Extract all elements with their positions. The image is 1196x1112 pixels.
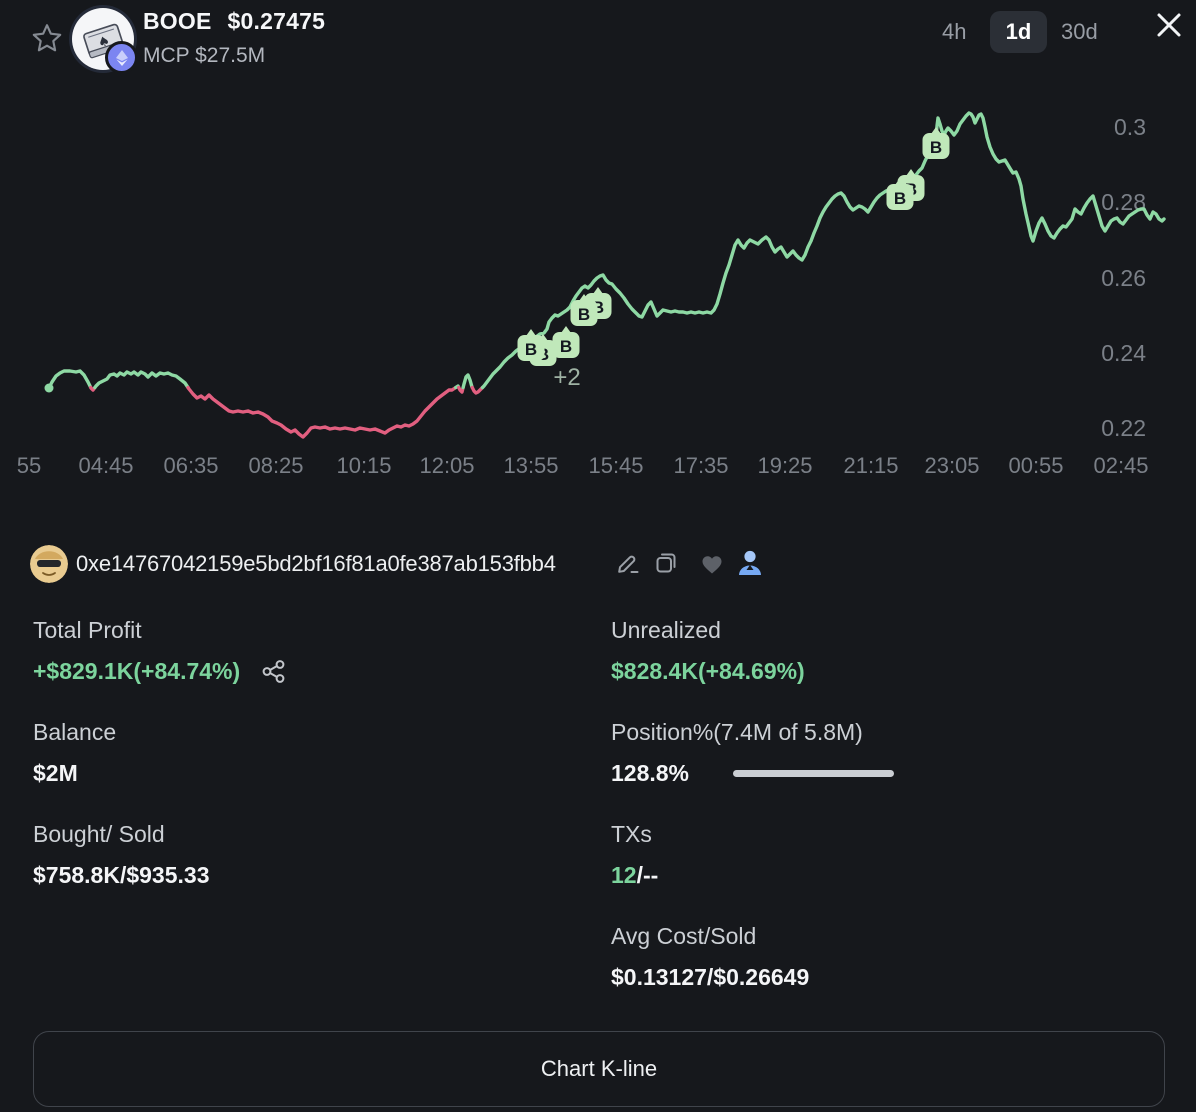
buy-marker[interactable]: B <box>553 326 580 358</box>
svg-text:B: B <box>525 340 537 359</box>
price-line-up-segment <box>49 371 91 388</box>
y-axis-tick: 0.26 <box>1101 265 1146 291</box>
heart-icon[interactable] <box>699 551 727 579</box>
txs-sells: /-- <box>637 862 659 888</box>
stat-position: Position%(7.4M of 5.8M) 128.8% <box>611 719 894 787</box>
x-axis-tick: 02:45 <box>1093 453 1148 478</box>
y-axis-tick: 0.22 <box>1101 415 1146 441</box>
position-label: Position%(7.4M of 5.8M) <box>611 719 894 746</box>
pnl-line-chart[interactable]: 0.30.280.260.240.225504:4506:3508:2510:1… <box>0 0 1196 500</box>
balance-value: $2M <box>33 760 116 787</box>
price-line-down-segment <box>188 388 456 438</box>
stat-bought-sold: Bought/ Sold $758.8K/$935.33 <box>33 821 210 889</box>
balance-label: Balance <box>33 719 116 746</box>
stat-unrealized: Unrealized $828.4K(+84.69%) <box>611 617 805 685</box>
y-axis-tick: 0.3 <box>1114 114 1146 140</box>
price-line-up-segment <box>463 375 472 388</box>
svg-text:B: B <box>930 138 942 157</box>
unrealized-label: Unrealized <box>611 617 805 644</box>
stat-total-profit: Total Profit +$829.1K(+84.74%) <box>33 617 287 685</box>
x-axis-tick: 55 <box>17 453 41 478</box>
txs-label: TXs <box>611 821 658 848</box>
x-axis-tick: 19:25 <box>757 453 812 478</box>
svg-text:B: B <box>894 189 906 208</box>
txs-buys: 12 <box>611 862 637 888</box>
x-axis-tick: 06:35 <box>163 453 218 478</box>
svg-text:B: B <box>560 337 572 356</box>
y-axis-tick: 0.24 <box>1101 340 1146 366</box>
follow-person-icon[interactable] <box>735 548 763 576</box>
stat-avg-cost-sold: Avg Cost/Sold $0.13127/$0.26649 <box>611 923 809 991</box>
x-axis-tick: 08:25 <box>248 453 303 478</box>
x-axis-tick: 13:55 <box>503 453 558 478</box>
total-profit-label: Total Profit <box>33 617 287 644</box>
x-axis-tick: 12:05 <box>419 453 474 478</box>
x-axis-tick: 00:55 <box>1008 453 1063 478</box>
wallet-avatar <box>30 545 68 583</box>
x-axis-tick: 15:45 <box>588 453 643 478</box>
price-line-up-segment <box>95 372 188 388</box>
x-axis-tick: 23:05 <box>924 453 979 478</box>
position-value: 128.8% <box>611 760 689 787</box>
total-profit-value: +$829.1K(+84.74%) <box>33 658 240 685</box>
x-axis-tick: 10:15 <box>336 453 391 478</box>
avg-cost-value: $0.13127/$0.26649 <box>611 964 809 991</box>
unrealized-value: $828.4K(+84.69%) <box>611 658 805 685</box>
share-icon[interactable] <box>260 658 287 685</box>
svg-text:B: B <box>578 305 590 324</box>
chart-kline-button[interactable]: Chart K-line <box>33 1031 1165 1107</box>
stat-balance: Balance $2M <box>33 719 116 787</box>
bought-sold-label: Bought/ Sold <box>33 821 210 848</box>
avg-cost-label: Avg Cost/Sold <box>611 923 809 950</box>
x-axis-tick: 17:35 <box>673 453 728 478</box>
chart-kline-label: Chart K-line <box>541 1056 657 1082</box>
position-progress-bar <box>733 770 894 777</box>
edit-icon[interactable] <box>614 549 642 577</box>
line-start-dot <box>45 384 54 393</box>
wallet-address[interactable]: 0xe14767042159e5bd2bf16f81a0fe387ab153fb… <box>76 551 556 577</box>
price-line-down-segment <box>472 388 482 394</box>
copy-icon[interactable] <box>652 549 680 577</box>
x-axis-tick: 04:45 <box>78 453 133 478</box>
price-line-up-segment <box>483 113 1165 388</box>
x-axis-tick: 21:15 <box>843 453 898 478</box>
stat-txs: TXs 12/-- <box>611 821 658 889</box>
hidden-markers-count: +2 <box>553 364 580 391</box>
bought-sold-value: $758.8K/$935.33 <box>33 862 210 889</box>
